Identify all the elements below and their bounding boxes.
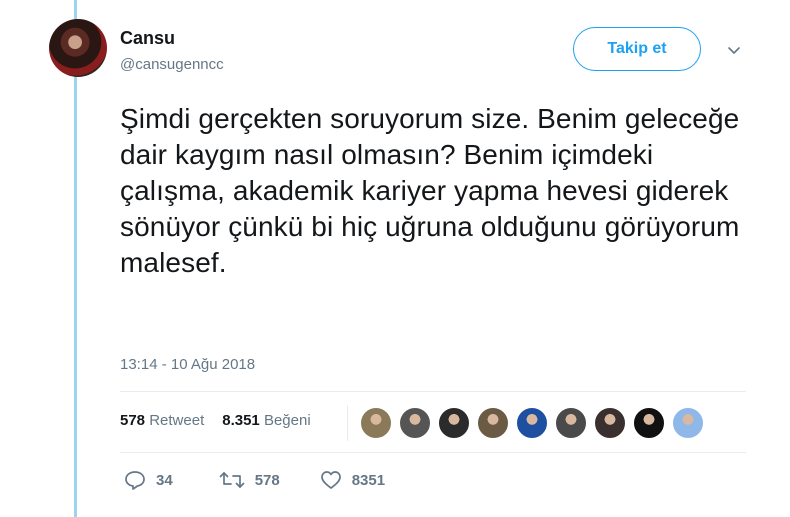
retweet-icon <box>219 472 245 488</box>
liker-avatars <box>360 407 711 439</box>
liker-avatar[interactable] <box>438 407 470 439</box>
author-handle[interactable]: @cansugenncc <box>120 56 224 73</box>
retweet-count: 578 <box>254 471 280 489</box>
reply-button[interactable]: 34 <box>124 470 173 490</box>
thread-line <box>74 0 77 517</box>
timestamp[interactable]: 13:14 - 10 Ağu 2018 <box>120 356 255 373</box>
like-stat-label: Beğeni <box>263 412 311 429</box>
retweet-stat-count: 578 <box>120 412 146 429</box>
tweet-stats: 578 Retweet 8.351 Beğeni <box>120 412 311 429</box>
like-button[interactable]: 8351 <box>320 470 385 490</box>
liker-avatar[interactable] <box>555 407 587 439</box>
avatar[interactable] <box>49 19 107 77</box>
divider <box>120 452 746 453</box>
author-name[interactable]: Cansu <box>120 28 175 49</box>
reply-count: 34 <box>156 471 173 489</box>
like-stat-count: 8.351 <box>222 412 260 429</box>
retweet-stat[interactable]: 578 Retweet <box>120 412 204 429</box>
heart-icon <box>320 471 341 489</box>
liker-avatar[interactable] <box>477 407 509 439</box>
liker-avatar[interactable] <box>360 407 392 439</box>
liker-avatar[interactable] <box>516 407 548 439</box>
like-count: 8351 <box>351 471 386 489</box>
liker-avatar[interactable] <box>399 407 431 439</box>
retweet-stat-label: Retweet <box>149 412 205 429</box>
stats-separator <box>347 405 348 441</box>
action-bar: 34 578 8351 <box>120 470 385 490</box>
liker-avatar[interactable] <box>672 407 704 439</box>
divider <box>120 391 746 392</box>
tweet-text: Şimdi gerçekten soruyorum size. Benim ge… <box>120 103 740 278</box>
liker-avatar[interactable] <box>594 407 626 439</box>
chevron-down-icon[interactable] <box>727 44 741 58</box>
reply-icon <box>125 471 145 490</box>
follow-button[interactable]: Takip et <box>573 27 701 71</box>
retweet-button[interactable]: 578 <box>219 470 280 490</box>
liker-avatar[interactable] <box>633 407 665 439</box>
like-stat[interactable]: 8.351 Beğeni <box>222 412 310 429</box>
